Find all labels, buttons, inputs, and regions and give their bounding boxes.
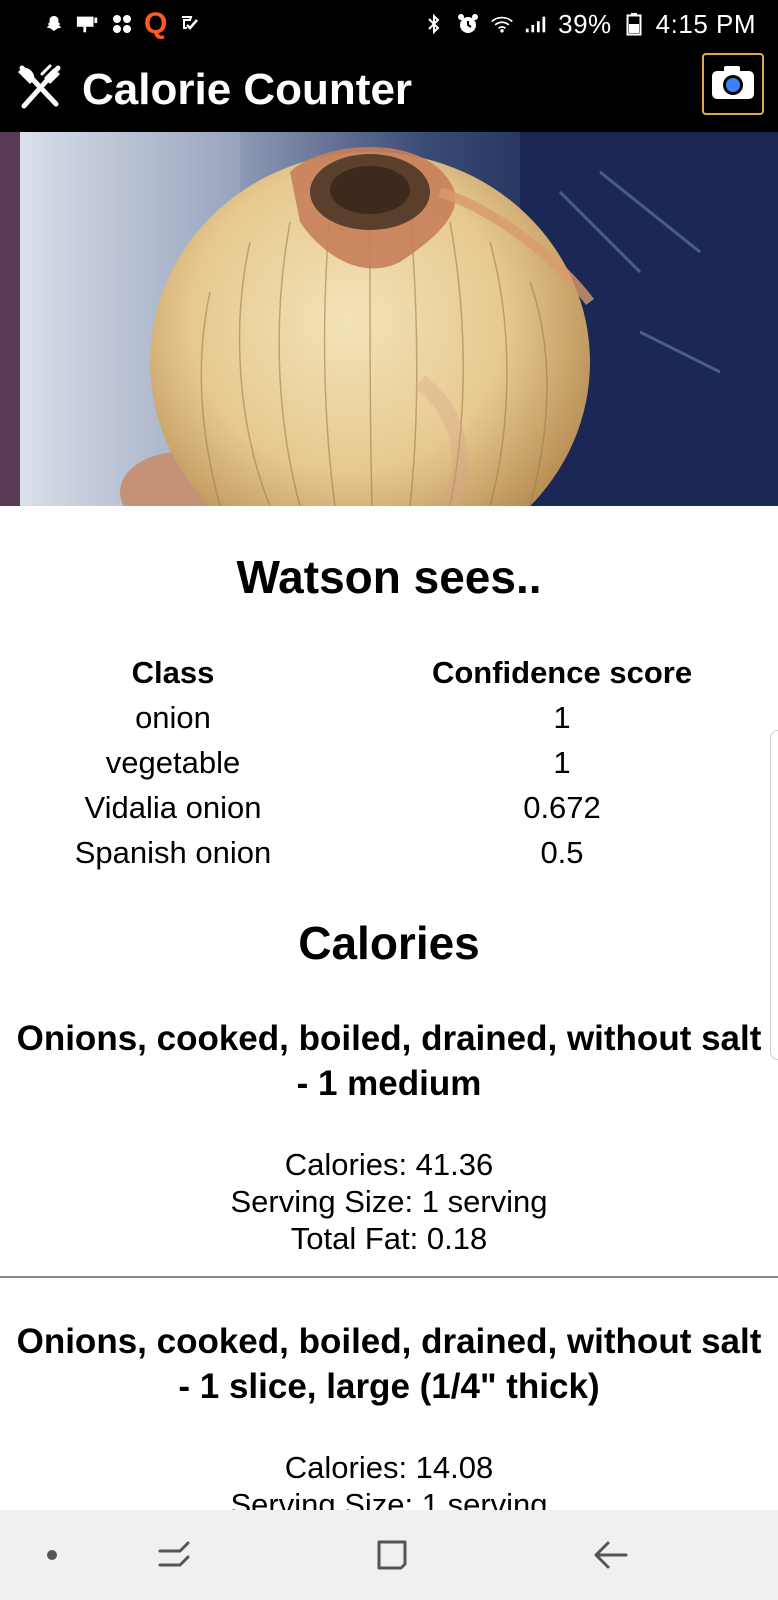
table-row: Spanish onion 0.5 (0, 830, 778, 875)
status-notifications: Q (42, 7, 201, 41)
camera-icon (710, 63, 756, 106)
table-header: Class Confidence score (0, 650, 778, 695)
wifi-icon (490, 13, 514, 35)
clock: 4:15 PM (655, 8, 756, 39)
status-bar: Q 39% 4:15 PM (0, 0, 778, 48)
snapchat-icon (42, 13, 66, 35)
calories-heading: Calories (298, 917, 480, 969)
app-bar: Calorie Counter (0, 48, 778, 132)
food-serving-size: Serving Size: 1 serving (230, 1487, 548, 1510)
table-row: onion 1 (0, 695, 778, 740)
battery-percent: 39% (558, 8, 612, 39)
scroll-indicator[interactable] (770, 730, 778, 1060)
camera-button[interactable] (702, 53, 764, 115)
class-cell: Spanish onion (74, 834, 272, 870)
system-navigation-bar (0, 1510, 778, 1600)
table-row: vegetable 1 (0, 740, 778, 785)
food-details: Calories: 14.08 Serving Size: 1 serving (0, 1449, 778, 1510)
home-icon[interactable] (370, 1535, 414, 1575)
watson-heading: Watson sees.. (236, 551, 542, 603)
results-panel[interactable]: Watson sees.. Class Confidence score oni… (0, 506, 778, 1510)
food-name-line2: - 1 medium (296, 1064, 482, 1103)
captured-food-photo (0, 132, 778, 506)
food-name-line1: Onions, cooked, boiled, drained, without… (16, 1019, 762, 1058)
q-app-icon: Q (144, 7, 168, 40)
food-name-line1: Onions, cooked, boiled, drained, without… (16, 1322, 762, 1361)
bluetooth-icon (422, 13, 446, 35)
checklist-icon (177, 13, 201, 35)
food-calories: Calories: 41.36 (284, 1147, 494, 1182)
food-item: Onions, cooked, boiled, drained, without… (0, 1016, 778, 1257)
signal-icon (524, 13, 548, 35)
food-serving-size: Serving Size: 1 serving (230, 1184, 548, 1219)
score-cell: 1 (553, 699, 571, 735)
app-title: Calorie Counter (82, 65, 413, 114)
class-cell: Vidalia onion (84, 789, 262, 825)
class-cell: onion (135, 699, 211, 735)
food-name-line2: - 1 slice, large (1/4" thick) (178, 1367, 600, 1406)
apps-icon (110, 13, 134, 35)
table-row: Vidalia onion 0.672 (0, 785, 778, 830)
class-cell: vegetable (105, 744, 241, 780)
presentation-icon (76, 13, 100, 35)
recents-icon[interactable] (152, 1535, 196, 1575)
divider (0, 1276, 778, 1278)
status-system: 39% 4:15 PM (422, 9, 756, 40)
food-total-fat: Total Fat: 0.18 (290, 1221, 488, 1256)
alarm-icon (456, 13, 480, 35)
food-details: Calories: 41.36 Serving Size: 1 serving … (0, 1146, 778, 1257)
fork-knife-icon (14, 62, 66, 119)
score-cell: 0.5 (540, 834, 584, 870)
battery-icon (622, 13, 646, 36)
score-cell: 0.672 (523, 789, 601, 825)
column-header-score: Confidence score (431, 654, 693, 690)
column-header-class: Class (131, 654, 215, 690)
onion-image (0, 132, 778, 506)
back-icon[interactable] (588, 1535, 632, 1575)
classification-table: Class Confidence score onion 1 vegetable… (0, 650, 778, 875)
score-cell: 1 (553, 744, 571, 780)
food-item: Onions, cooked, boiled, drained, without… (0, 1319, 778, 1510)
food-calories: Calories: 14.08 (284, 1450, 494, 1485)
nav-dot-icon[interactable] (30, 1535, 74, 1575)
